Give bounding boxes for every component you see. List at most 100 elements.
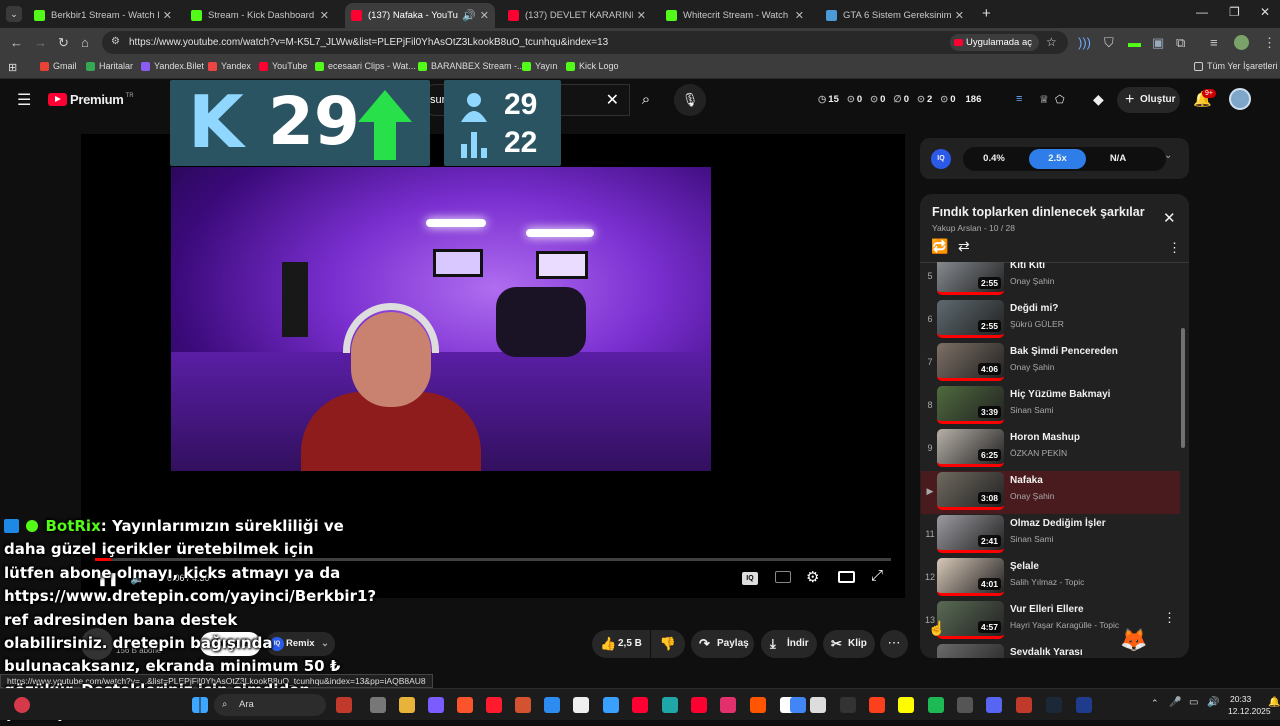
more-actions-button[interactable]: ⋯ [880,630,908,658]
open-in-app-button[interactable]: Uygulamada aç [950,34,1040,51]
discord-icon[interactable] [986,697,1002,713]
playlist-item[interactable]: 8 3:39 Hiç Yüzüme Bakmayi Sinan Sami [921,385,1180,428]
close-tab-icon[interactable]: ✕ [163,9,172,22]
back-icon[interactable]: ← [10,35,23,50]
all-bookmarks-link[interactable]: Tüm Yer İşaretleri [1194,61,1278,71]
guide-menu-icon[interactable]: ☰ [17,90,31,110]
yandex-icon[interactable] [869,697,885,713]
extension-gem-icon[interactable]: ◆ [1093,91,1104,108]
extension-wave-icon[interactable]: ))) [1078,35,1091,50]
share-ext-icon[interactable]: ⬠ [1055,93,1065,106]
theater-mode-icon[interactable] [838,571,855,583]
tab-audio-icon[interactable]: 🔊 [462,9,476,22]
chrome-icon[interactable] [790,697,806,713]
brave-icon[interactable] [457,697,473,713]
profile-avatar-icon[interactable] [1234,35,1249,50]
browser-tab[interactable]: Berkbir1 Stream - Watch Live o ✕ [28,3,178,28]
spotify-icon[interactable] [928,697,944,713]
browser-menu-icon[interactable]: ⋮ [1263,35,1276,51]
taskbar-search[interactable]: ⌕ Ara [214,694,326,716]
bookmark-item[interactable]: Yandex.Bilet [141,61,204,71]
close-tab-icon[interactable]: ✕ [480,9,489,22]
search-button[interactable]: ⌕ [630,84,662,116]
close-tab-icon[interactable]: ✕ [955,9,964,22]
dislike-button[interactable]: 👎 [651,630,685,658]
tray-chevron-icon[interactable]: ⌃ [1151,698,1159,709]
voice-search-button[interactable]: 🎙 [674,84,706,116]
whiteboard-icon[interactable] [603,697,619,713]
home-icon[interactable]: ⌂ [81,35,89,50]
speedtest-icon[interactable] [810,697,826,713]
browser-tab[interactable]: (137) DEVLET KARARINI VERDİ! ✕ [502,3,652,28]
trophy-icon[interactable]: ♕ [1039,93,1049,106]
shuffle-icon[interactable]: ⇄ [958,238,970,255]
volume-tray-icon[interactable]: 🔊 [1207,697,1219,708]
minimize-button[interactable]: — [1196,5,1208,19]
youtube-logo[interactable]: Premium TR [48,92,134,107]
download-button[interactable]: ⤓ İndir [761,630,817,658]
clock-date[interactable]: 12.12.2025 [1228,706,1271,716]
item-menu-icon[interactable]: ⋮ [1163,610,1176,626]
close-tab-icon[interactable]: ✕ [637,9,646,22]
office-icon[interactable] [515,697,531,713]
bookmark-item[interactable]: Gmail [40,61,77,71]
bookmark-star-icon[interactable]: ☆ [1046,35,1057,49]
bookmark-item[interactable]: Yandex [208,61,251,71]
settings-gear-icon[interactable]: ⚙ [806,568,819,586]
notifications-tray-icon[interactable]: 🔔 [1268,697,1280,708]
opera-icon[interactable] [486,697,502,713]
youtube-app-icon[interactable] [691,697,707,713]
forward-icon[interactable]: → [34,35,47,50]
url-field[interactable]: ⚙ https://www.youtube.com/watch?v=M-K5L7… [102,31,1068,54]
clear-search-icon[interactable]: ✕ [606,90,619,110]
iq-value-a[interactable]: 0.4% [963,147,1025,171]
playlist-title[interactable]: Fındık toplarken dinlenecek şarkılar [932,205,1145,219]
reload-icon[interactable]: ↻ [58,35,69,51]
close-playlist-icon[interactable]: ✕ [1163,209,1176,227]
browser-tab[interactable]: GTA 6 Sistem Gereksinimleri Ne ✕ [820,3,970,28]
epic-icon[interactable] [840,697,856,713]
copilot-icon[interactable] [428,697,444,713]
close-tab-icon[interactable]: ✕ [320,9,329,22]
account-avatar[interactable] [1229,88,1251,110]
browser-tab[interactable]: (137) Nafaka - YouTube 🔊 ✕ [345,3,495,28]
weather-icon[interactable] [14,697,30,713]
steam-icon[interactable] [1046,697,1062,713]
bookmark-item[interactable]: ecesaari Clips - Wat... [315,61,416,71]
stats-list-icon[interactable]: ≡ [1016,93,1022,105]
playlist-item[interactable]: 9 6:25 Horon Mashup ÖZKAN PEKİN [921,428,1180,471]
playlist-menu-icon[interactable]: ⋮ [1168,240,1181,256]
extension-shield-icon[interactable]: ⛉ [1104,35,1114,51]
iq-player-icon[interactable]: IQ [742,572,758,585]
game-icon[interactable] [336,697,352,713]
tab-search-icon[interactable]: ⌄ [6,6,22,22]
extension-badge-icon[interactable]: ▣ [1152,35,1164,51]
playlist-item[interactable]: 11 2:41 Olmaz Dediğim İşler Sinan Sami [921,514,1180,557]
bookmark-item[interactable]: Yayın [522,61,557,71]
playlist-item[interactable]: 7 4:06 Bak Şimdi Pencereden Onay Şahin [921,342,1180,385]
obs-icon[interactable] [957,697,973,713]
iq-value-c[interactable]: N/A [1089,147,1147,171]
playlist-item[interactable]: 6 2:55 Değdi mi? Şükrü GÜLER [921,299,1180,342]
site-info-icon[interactable]: ⚙ [111,36,120,47]
like-button[interactable]: 👍 2,5 B [592,630,650,658]
bookmark-item[interactable]: Haritalar [86,61,133,71]
playlist-item[interactable]: 12 4:01 Şelale Salih Yılmaz - Topic [921,557,1180,600]
store-icon[interactable] [544,697,560,713]
subtitles-icon[interactable] [775,571,791,583]
display-tray-icon[interactable]: ▭ [1189,697,1198,708]
loop-icon[interactable]: 🔁 [931,238,948,255]
playlist-item[interactable]: 5 2:55 Kıtı Kıtı Onay Şahin [921,262,1180,299]
browser-tab[interactable]: Stream - Kick Dashboard ✕ [185,3,335,28]
share-button[interactable]: ↷ Paylaş [691,630,754,658]
extensions-puzzle-icon[interactable]: ⧉ [1176,35,1185,51]
snapchat-icon[interactable] [898,697,914,713]
clock-time[interactable]: 20:33 [1230,694,1251,704]
shield-app-icon[interactable] [1016,697,1032,713]
mic-tray-icon[interactable]: 🎤 [1169,697,1181,708]
bookmark-item[interactable]: YouTube [259,61,307,71]
reading-list-icon[interactable]: ≡ [1210,35,1218,50]
clip-button[interactable]: ✂ Klip [823,630,875,658]
apps-grid-icon[interactable]: ⊞ [8,61,17,74]
maximize-button[interactable]: ❐ [1229,5,1240,19]
